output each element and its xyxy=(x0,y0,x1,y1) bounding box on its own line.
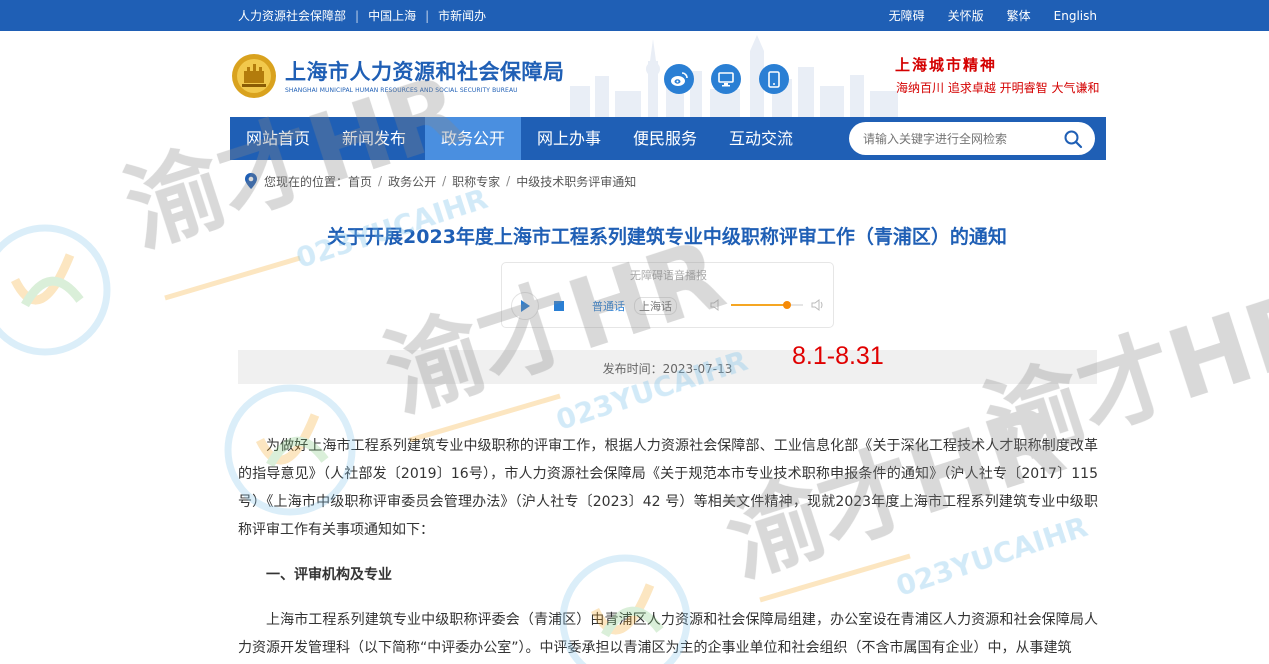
care-version-link[interactable]: 关怀版 xyxy=(948,7,984,24)
nav-item-news[interactable]: 新闻发布 xyxy=(326,117,422,160)
org-name-cn[interactable]: 上海市人力资源和社会保障局 xyxy=(285,56,565,86)
breadcrumb-current[interactable]: 中级技术职务评审通知 xyxy=(516,173,636,190)
volume-low-icon[interactable] xyxy=(710,298,724,312)
breadcrumb-gov-affairs[interactable]: 政务公开 xyxy=(388,173,436,190)
mobile-icon xyxy=(768,70,780,88)
weibo-button[interactable] xyxy=(664,64,694,94)
org-name-en: SHANGHAI MUNICIPAL HUMAN RESOURCES AND S… xyxy=(285,87,518,94)
traditional-chinese-link[interactable]: 繁体 xyxy=(1007,7,1031,24)
weibo-icon xyxy=(671,72,688,86)
stop-button[interactable] xyxy=(554,301,564,311)
article-paragraph: 为做好上海市工程系列建筑专业中级职称的评审工作，根据人力资源社会保障部、工业信息… xyxy=(238,438,1098,538)
publish-info-bar: 发布时间：2023-07-13 xyxy=(238,350,1097,384)
mandarin-option[interactable]: 普通话 xyxy=(592,298,625,314)
nav-item-online-services[interactable]: 网上办事 xyxy=(521,117,617,160)
mobile-site-button[interactable] xyxy=(759,64,789,94)
accessibility-link[interactable]: 无障碍 xyxy=(889,7,925,24)
breadcrumb-titles-experts[interactable]: 职称专家 xyxy=(452,173,500,190)
play-icon xyxy=(521,300,530,312)
breadcrumb-home[interactable]: 首页 xyxy=(348,173,372,190)
top-links: 人力资源社会保障部 | 中国上海 | 市新闻办 xyxy=(238,0,486,31)
emblem-icon[interactable] xyxy=(231,53,277,99)
breadcrumb-divider: / xyxy=(442,174,447,188)
volume-high-icon[interactable] xyxy=(811,298,825,312)
site-header: 上海市人力资源和社会保障局 SHANGHAI MUNICIPAL HUMAN R… xyxy=(0,31,1269,117)
top-link-news-office[interactable]: 市新闻办 xyxy=(438,7,486,24)
volume-slider[interactable] xyxy=(731,301,803,309)
desktop-site-button[interactable] xyxy=(711,64,741,94)
main-nav: 网站首页 新闻发布 政务公开 网上办事 便民服务 互动交流 xyxy=(230,117,1106,160)
shanghainese-option[interactable]: 上海话 xyxy=(634,297,677,315)
top-options: 无障碍 关怀版 繁体 English xyxy=(889,0,1097,31)
play-button[interactable] xyxy=(511,292,539,320)
date-range-annotation: 8.1-8.31 xyxy=(792,342,884,370)
volume-slider-handle[interactable] xyxy=(783,301,792,309)
top-link-mohrss[interactable]: 人力资源社会保障部 xyxy=(238,7,346,24)
top-link-china-shanghai[interactable]: 中国上海 xyxy=(368,7,416,24)
breadcrumb-divider: / xyxy=(378,174,383,188)
section-heading: 一、评审机构及专业 xyxy=(266,567,392,583)
nav-item-public-services[interactable]: 便民服务 xyxy=(617,117,713,160)
volume-slider-fill xyxy=(731,304,788,306)
article-body: 为做好上海市工程系列建筑专业中级职称的评审工作，根据人力资源社会保障部、工业信息… xyxy=(238,432,1098,662)
top-link-divider: | xyxy=(355,8,360,23)
nav-item-gov-affairs[interactable]: 政务公开 xyxy=(425,117,521,160)
article-paragraph: 上海市工程系列建筑专业中级职称评委会（青浦区）由青浦区人力资源和社会保障局组建，… xyxy=(238,612,1098,656)
location-pin-icon xyxy=(245,173,257,189)
top-utility-bar: 人力资源社会保障部 | 中国上海 | 市新闻办 无障碍 关怀版 繁体 Engli… xyxy=(0,0,1269,31)
breadcrumb-label: 您现在的位置： xyxy=(264,174,349,189)
search-icon[interactable] xyxy=(1063,129,1083,149)
breadcrumb: 您现在的位置： 首页 / 政务公开 / 职称专家 / 中级技术职务评审通知 xyxy=(244,173,636,189)
monitor-icon xyxy=(718,72,734,87)
search-input[interactable] xyxy=(863,122,1063,155)
nav-item-home[interactable]: 网站首页 xyxy=(230,117,326,160)
publish-time: 发布时间：2023-07-13 xyxy=(602,362,733,376)
search-box xyxy=(849,122,1095,155)
english-link[interactable]: English xyxy=(1054,9,1097,23)
city-spirit-title: 上海城市精神 xyxy=(895,56,998,74)
article-title: 关于开展2023年度上海市工程系列建筑专业中级职称评审工作（青浦区）的通知 xyxy=(327,226,1007,248)
breadcrumb-divider: / xyxy=(506,174,511,188)
audio-player: 无障碍语音播报 普通话 上海话 xyxy=(501,262,834,328)
nav-item-interaction[interactable]: 互动交流 xyxy=(713,117,809,160)
player-title: 无障碍语音播报 xyxy=(630,269,707,282)
city-spirit-words: 海纳百川 追求卓越 开明睿智 大气谦和 xyxy=(896,81,1100,95)
top-link-divider: | xyxy=(425,8,430,23)
